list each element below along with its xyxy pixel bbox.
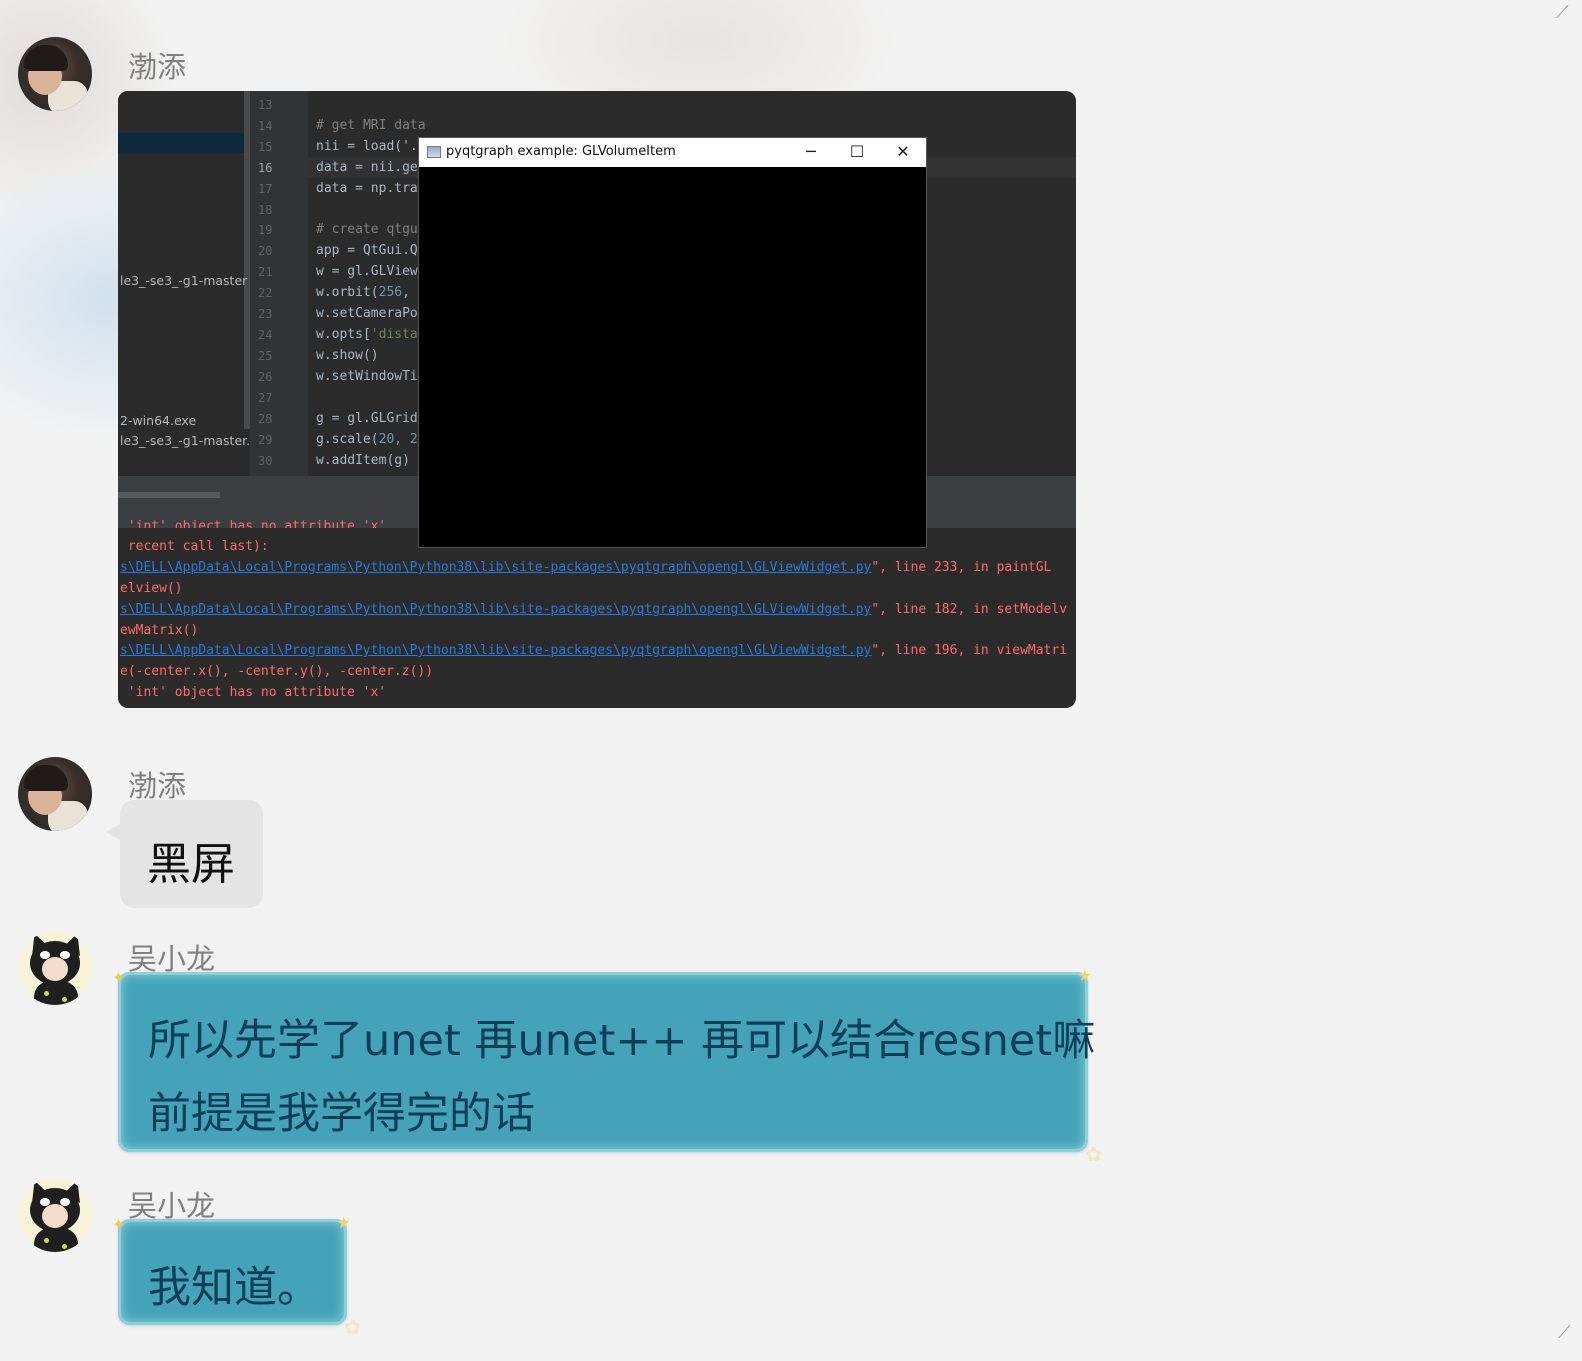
corner-resize-icon: ⟋ [1556, 2, 1569, 23]
line-number: 13 [258, 98, 273, 112]
horizontal-scrollbar [118, 492, 220, 498]
code-line: w.show() [316, 348, 379, 363]
star-decoration-icon: ★ [336, 1213, 351, 1232]
line-number: 16 [258, 161, 273, 175]
line-number: 15 [258, 140, 273, 154]
image-message[interactable]: le3_-se3_-g1-master 2-win64.exe le3_-se3… [118, 91, 1076, 708]
line-number: 28 [258, 412, 273, 426]
console-line: s\DELL\AppData\Local\Programs\Python\Pyt… [120, 602, 1068, 617]
line-number: 22 [258, 286, 273, 300]
message-bubble[interactable]: ✦ ★ ✿ 所以先学了unet 再unet++ 再可以结合resnet嘛 前提是… [112, 966, 1102, 1166]
minimize-icon: ─ [806, 142, 816, 161]
line-number: 24 [258, 328, 273, 342]
star-decoration-icon: ✦ [112, 1215, 126, 1234]
code-line: g.scale(20, 2 [316, 432, 418, 447]
line-number: 29 [258, 433, 273, 447]
code-line: nii = load('. [316, 139, 418, 154]
project-item: le3_-se3_-g1-master.zip [120, 433, 269, 448]
console-line: s\DELL\AppData\Local\Programs\Python\Pyt… [120, 643, 1068, 658]
avatar[interactable] [18, 757, 92, 831]
code-line: w.opts['dista [316, 327, 418, 342]
console-line: ewMatrix() [120, 623, 199, 638]
bubble-tail [106, 824, 120, 840]
avatar[interactable] [18, 1178, 92, 1252]
maximize-icon: ☐ [849, 142, 865, 161]
star-decoration-icon: ★ [1077, 966, 1092, 985]
message-bubble[interactable]: 黑屏 [106, 800, 263, 908]
code-line: w = gl.GLView [316, 264, 418, 279]
project-selected-row [118, 133, 244, 153]
message-text: 我知道。 [148, 1263, 320, 1313]
message-bubble[interactable]: ✦ ★ ✿ 我知道。 [112, 1213, 361, 1339]
line-number: 14 [258, 119, 273, 133]
window-app-icon [427, 146, 441, 158]
star-decoration-icon: ✦ [112, 968, 126, 987]
console-line: recent call last): [120, 539, 269, 554]
console-line: e(-center.x(), -center.y(), -center.z()) [120, 664, 434, 679]
corner-resize-icon: ⟋ [1558, 1322, 1571, 1343]
line-number: 25 [258, 349, 273, 363]
window-titlebar: pyqtgraph example: GLVolumeItem ─ ☐ ✕ [419, 138, 926, 167]
code-line: w.setCameraPo [316, 306, 418, 321]
code-line: w.orbit(256, [316, 285, 410, 300]
console-line: s\DELL\AppData\Local\Programs\Python\Pyt… [120, 560, 1052, 575]
line-number: 30 [258, 454, 273, 468]
console-line: 'int' object has no attribute 'x' [120, 519, 387, 528]
bow-decoration-icon: ✿ [1085, 1142, 1102, 1166]
code-line: data = nii.ge [316, 160, 418, 175]
line-number: 17 [258, 182, 273, 196]
window-title: pyqtgraph example: GLVolumeItem [446, 144, 676, 159]
console-line: elview() [120, 581, 183, 596]
console-line: 'int' object has no attribute 'x' [120, 685, 387, 700]
file-link: s\DELL\AppData\Local\Programs\Python\Pyt… [120, 560, 872, 575]
avatar[interactable] [18, 37, 92, 111]
file-link: s\DELL\AppData\Local\Programs\Python\Pyt… [120, 602, 872, 617]
line-number: 19 [258, 223, 273, 237]
message-text: 黑屏 [147, 839, 235, 890]
file-link: s\DELL\AppData\Local\Programs\Python\Pyt… [120, 643, 872, 658]
line-number: 18 [258, 203, 273, 217]
line-number: 26 [258, 370, 273, 384]
message-text: 前提是我学得完的话 [148, 1089, 535, 1139]
close-icon: ✕ [896, 142, 910, 161]
code-line: g = gl.GLGrid [316, 411, 418, 426]
line-number: 21 [258, 265, 273, 279]
code-line: # create qtgu [316, 222, 418, 237]
sender-name: 渤添 [128, 50, 187, 84]
code-line: w.setWindowTi [316, 369, 418, 384]
project-item: 2-win64.exe [120, 413, 197, 428]
code-line: app = QtGui.Q [316, 243, 418, 258]
avatar[interactable] [18, 931, 92, 1005]
line-number: 20 [258, 244, 273, 258]
code-line: # get MRI data [316, 118, 426, 133]
bow-decoration-icon: ✿ [344, 1315, 361, 1339]
line-number: 27 [258, 391, 273, 405]
project-item: le3_-se3_-g1-master [120, 273, 248, 288]
code-line: data = np.tra [316, 181, 418, 196]
message-text: 所以先学了unet 再unet++ 再可以结合resnet嘛 [148, 1016, 1096, 1066]
line-number: 23 [258, 307, 273, 321]
code-line: w.addItem(g) [316, 453, 410, 468]
glvolume-window: pyqtgraph example: GLVolumeItem ─ ☐ ✕ [418, 137, 927, 548]
sender-name: 渤添 [128, 769, 187, 803]
